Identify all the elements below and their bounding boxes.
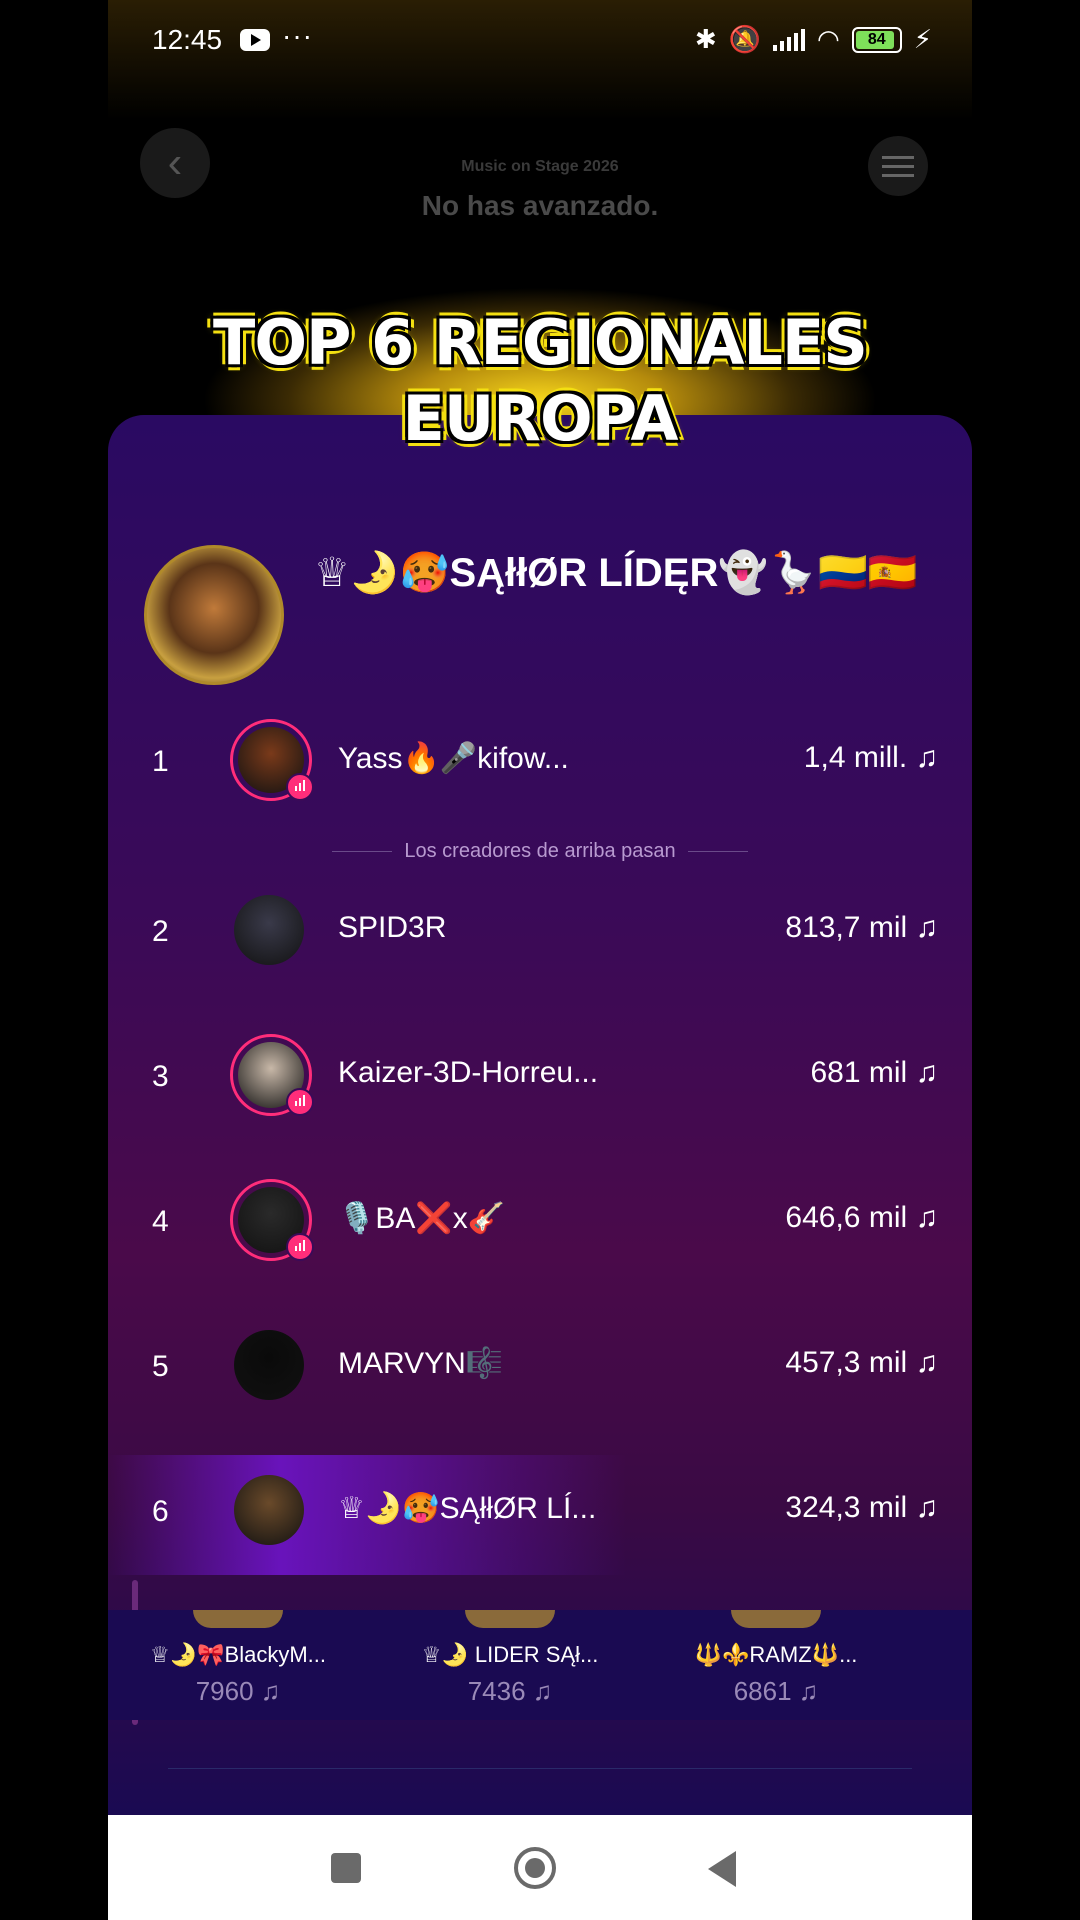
sub-ranking-item[interactable]: ♕🌛 LIDER SĄł... 7436 ♫ [400,1610,620,1707]
rank-number: 1 [152,745,169,778]
ranking-row[interactable]: 5 MARVYN🎼 457,3 mil ♫ [108,1310,972,1430]
bluetooth-icon: ✱ [694,24,717,54]
team-name: ♕🌛🥵SĄłłØR LÍDĘR👻🪿🇨🇴🇪🇸 [314,551,918,595]
sub-name: ♕🌛 LIDER SĄł... [421,1642,599,1667]
creator-name: 🎙️BA❌x🎸 [338,1202,506,1235]
home-button[interactable] [514,1847,556,1889]
status-bar: 12:45 ··· ✱ 🔕 ◠ 84 ⚡ [108,0,972,80]
phone-screen: 12:45 ··· ✱ 🔕 ◠ 84 ⚡ ‹ Music on Stage 20… [108,0,972,1920]
sub-value: 7436 ♫ [467,1676,553,1706]
rank-number: 5 [152,1350,169,1383]
sub-avatar[interactable] [465,1610,555,1628]
live-icon [286,1088,314,1116]
team-header[interactable]: ♕🌛🥵SĄłłØR LÍDĘR👻🪿🇨🇴🇪🇸 [144,545,918,685]
sub-name: ♕🌛🎀BlackyM... [150,1642,326,1667]
sub-avatar[interactable] [193,1610,283,1628]
ranking-row[interactable]: 6 ♕🌛🥵SĄłłØR LÍ... 324,3 mil ♫ [108,1455,972,1575]
live-icon [286,773,314,801]
creator-score: 646,6 mil ♫ [785,1201,938,1234]
mute-icon: 🔕 [728,24,762,54]
signal-icon [773,28,806,51]
more-notifications-icon: ··· [282,20,313,51]
ranking-row[interactable]: 4 🎙️BA❌x🎸 646,6 mil ♫ [108,1165,972,1285]
overlay-headline: TOP 6 REGIONALES EUROPA [108,305,972,457]
rank-number: 4 [152,1205,169,1238]
sub-avatar[interactable] [731,1610,821,1628]
rank-number: 6 [152,1495,169,1528]
creator-score: 1,4 mill. ♫ [803,741,938,774]
creator-avatar[interactable] [234,895,304,965]
battery-icon: 84 [851,26,902,53]
creator-avatar[interactable] [234,1475,304,1545]
system-back-button[interactable] [708,1851,736,1887]
sub-ranking: ♕🌛🎀BlackyM... 7960 ♫ ♕🌛 LIDER SĄł... 743… [108,1610,972,1720]
creator-name: ♕🌛🥵SĄłłØR LÍ... [338,1492,597,1525]
event-title: No has avanzado. [421,190,659,221]
creator-score: 813,7 mil ♫ [785,911,938,944]
event-subtitle: Music on Stage 2026 [461,158,619,175]
sub-value: 6861 ♫ [733,1676,819,1706]
creator-avatar[interactable] [234,1330,304,1400]
creator-score: 457,3 mil ♫ [785,1346,938,1379]
team-avatar[interactable] [144,545,284,685]
ranking-row[interactable]: 1 Yass🔥🎤kifow... 1,4 mill. ♫ [108,705,972,825]
sub-ranking-item[interactable]: ♕🌛🎀BlackyM... 7960 ♫ [128,1610,348,1707]
creator-score: 324,3 mil ♫ [785,1491,938,1524]
creator-name: Kaizer-3D-Horreu... [338,1056,599,1089]
charging-icon: ⚡ [913,24,932,54]
sub-ranking-item[interactable]: 🔱⚜️RAMZ🔱... 6861 ♫ [666,1610,886,1707]
wifi-icon: ◠ [817,24,840,54]
creator-name: MARVYN🎼 [338,1347,504,1380]
sub-name: 🔱⚜️RAMZ🔱... [694,1642,858,1667]
live-icon [286,1233,314,1261]
creator-name: SPID3R [338,911,447,944]
creator-score: 681 mil ♫ [810,1056,938,1089]
status-time: 12:45 [152,24,223,55]
rank-number: 3 [152,1060,169,1093]
leaderboard-card: ♕🌛🥵SĄłłØR LÍDĘR👻🪿🇨🇴🇪🇸 1 Yass🔥🎤kifow... 1… [108,415,972,1815]
rank-number: 2 [152,915,169,948]
ranking-row[interactable]: 2 SPID3R 813,7 mil ♫ [108,875,972,995]
headline-line1: TOP 6 REGIONALES [213,306,868,379]
youtube-icon [240,29,270,51]
recents-button[interactable] [331,1853,361,1883]
headline-line2: EUROPA [402,382,679,455]
ranking-row[interactable]: 3 Kaizer-3D-Horreu... 681 mil ♫ [108,1020,972,1140]
system-nav-bar [108,1815,972,1920]
sub-value: 7960 ♫ [195,1676,281,1706]
advance-divider: Los creadores de arriba pasan [108,840,972,863]
creator-name: Yass🔥🎤kifow... [338,742,569,775]
